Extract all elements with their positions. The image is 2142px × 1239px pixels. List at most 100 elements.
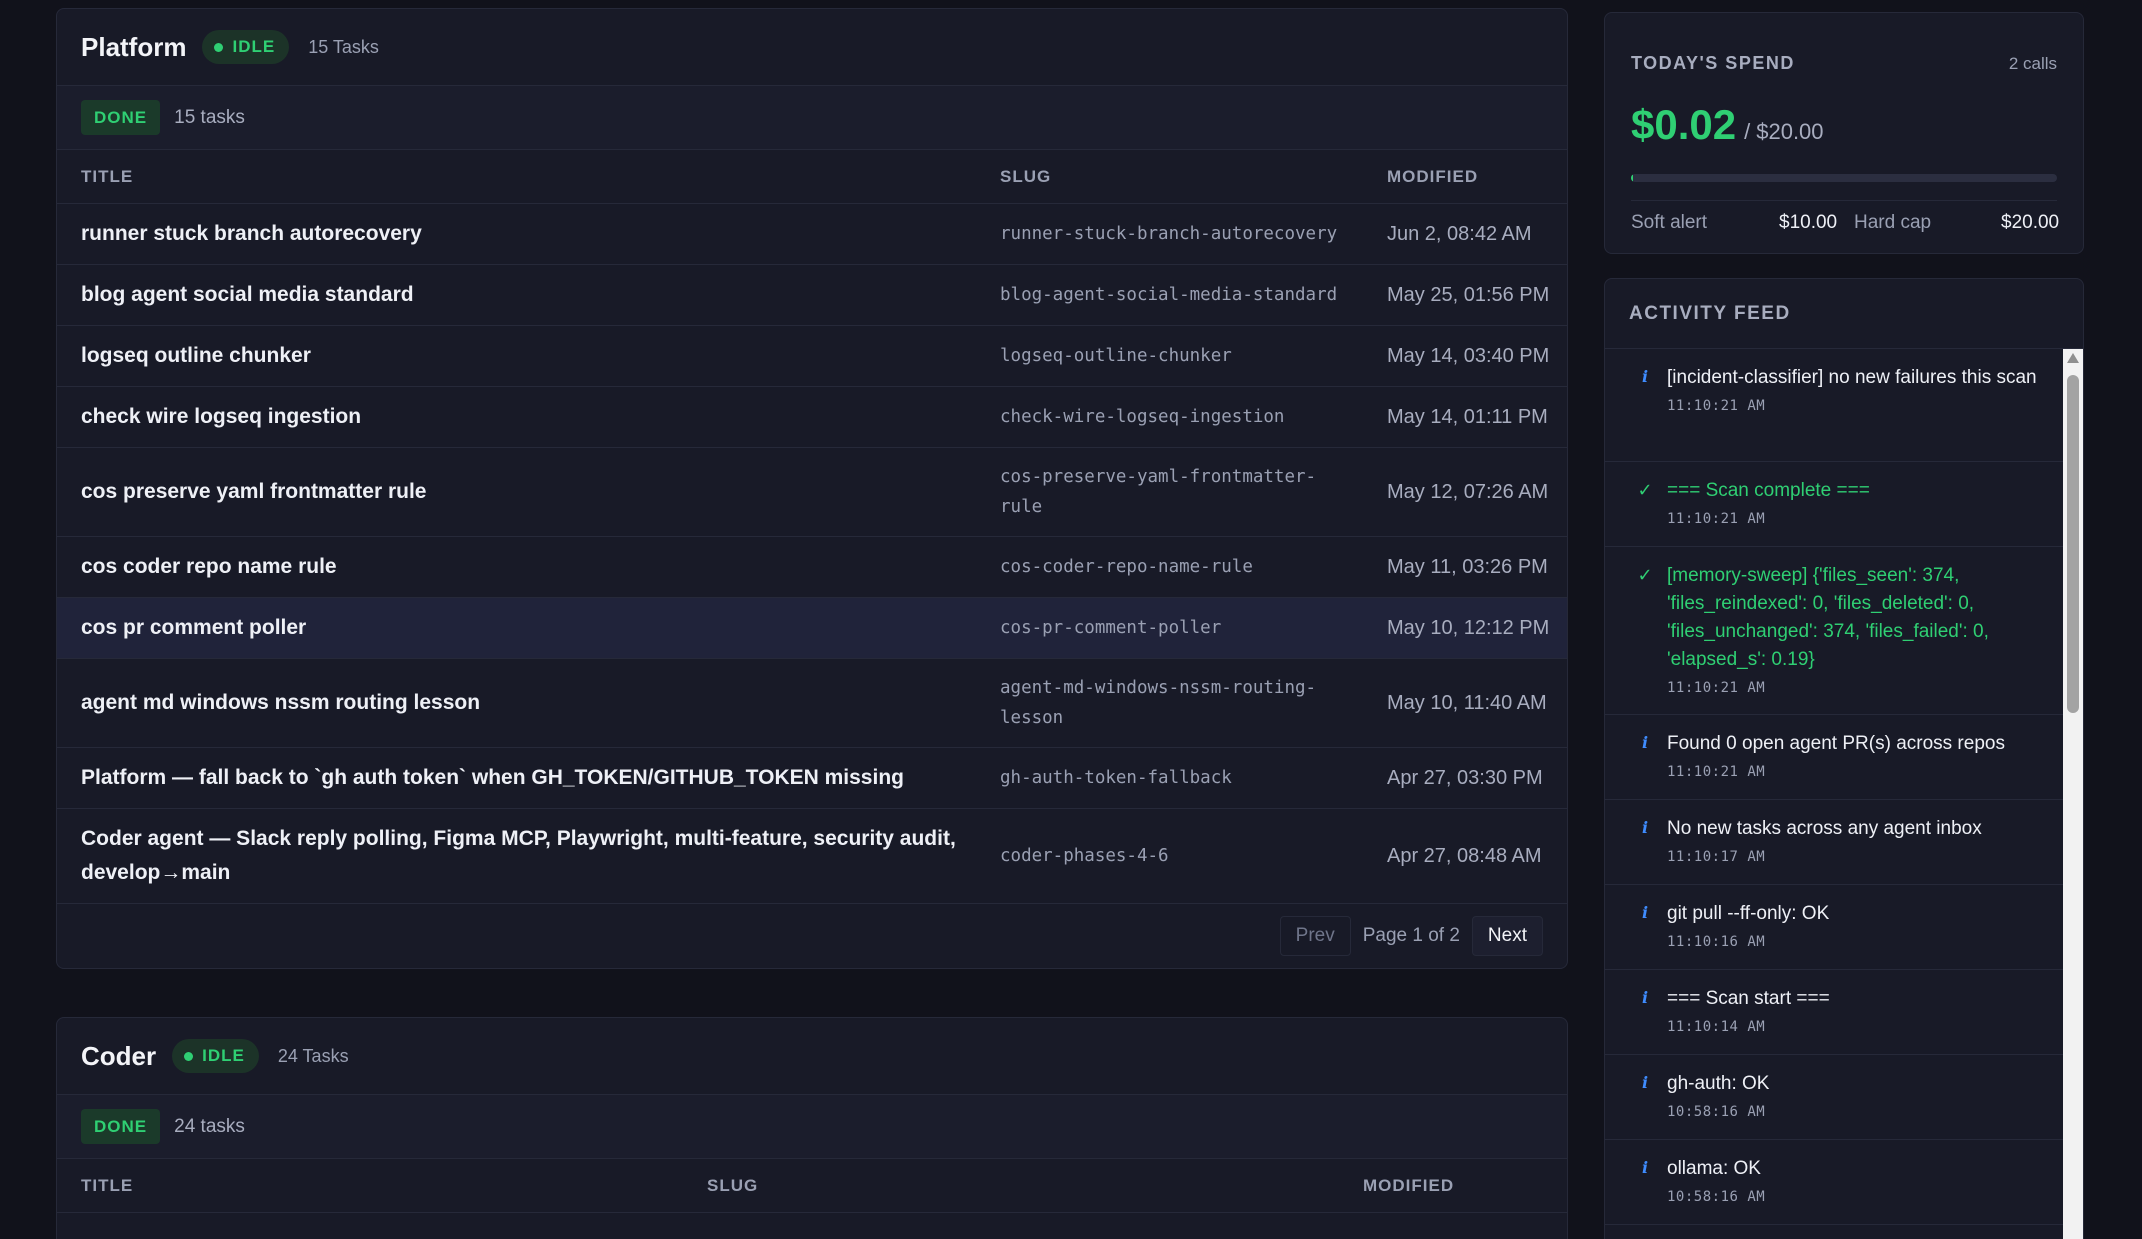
activity-feed-card: ACTIVITY FEED i [incident-classifier] no… [1604, 278, 2084, 1239]
feed-message: === Scan complete === [1667, 480, 1870, 501]
status-badge: IDLE [172, 1039, 259, 1073]
soft-alert-value: $10.00 [1779, 212, 1838, 233]
spend-separator: / [1744, 119, 1751, 144]
task-modified: May 14, 01:11 PM [1387, 405, 1548, 428]
platform-agent-card: Platform IDLE 15 Tasks DONE 15 tasks TIT… [56, 8, 1568, 969]
task-title: agent md windows nssm routing lesson [81, 691, 481, 714]
table-row[interactable]: cos coder repo name rule cos-coder-repo-… [57, 537, 1567, 598]
task-title: cos coder repo name rule [81, 555, 337, 578]
table-header: TITLE SLUG MODIFIED [57, 1159, 1567, 1213]
scroll-up-arrow-icon[interactable] [2067, 353, 2079, 363]
feed-message: gh-auth: OK [1667, 1073, 1770, 1094]
column-header-slug[interactable]: SLUG [1000, 150, 1051, 204]
feed-item: i Found 0 open agent PR(s) across repos … [1605, 715, 2063, 800]
feed-message: === Scan start === [1667, 988, 1830, 1009]
spend-progress-fill [1631, 174, 1633, 182]
task-title: cos preserve yaml frontmatter rule [81, 480, 427, 503]
info-icon: i [1641, 1158, 1649, 1177]
task-slug: cos-coder-repo-name-rule [1000, 557, 1253, 577]
feed-message: No new tasks across any agent inbox [1667, 818, 1982, 839]
info-icon: i [1641, 988, 1649, 1007]
pagination: Prev Page 1 of 2 Next [1279, 916, 1543, 956]
status-group-header[interactable]: DONE 15 tasks [57, 86, 1567, 150]
task-modified: Apr 27, 08:48 AM [1387, 844, 1542, 867]
task-slug: logseq-outline-chunker [1000, 346, 1232, 366]
feed-message: [memory-sweep] {'files_seen': 374, 'file… [1667, 565, 1989, 670]
feed-time: 11:10:17 AM [1667, 849, 1766, 865]
info-icon: i [1641, 818, 1649, 837]
page-indicator: Page 1 of 2 [1362, 925, 1460, 946]
feed-list[interactable]: i [incident-classifier] no new failures … [1605, 349, 2063, 1239]
task-modified: May 14, 03:40 PM [1387, 344, 1550, 367]
prev-page-button[interactable]: Prev [1279, 916, 1351, 956]
feed-item: i gh-auth: OK 10:58:16 AM [1605, 1055, 2063, 1140]
agent-name: Platform [81, 31, 187, 62]
task-modified: May 12, 07:26 AM [1387, 480, 1549, 503]
feed-title: ACTIVITY FEED [1605, 279, 2083, 349]
feed-time: 11:10:14 AM [1667, 1019, 1766, 1035]
task-title: cos pr comment poller [81, 616, 307, 639]
feed-item: i ollama: OK 10:58:16 AM [1605, 1140, 2063, 1225]
task-modified: Apr 27, 03:30 PM [1387, 766, 1543, 789]
agent-header: Coder IDLE 24 Tasks [57, 1018, 1567, 1095]
table-row[interactable]: logseq outline chunker logseq-outline-ch… [57, 326, 1567, 387]
table-row[interactable]: cos preserve yaml frontmatter rule cos-p… [57, 448, 1567, 537]
feed-time: 11:10:21 AM [1667, 764, 1766, 780]
table-row[interactable]: agent md windows nssm routing lesson age… [57, 659, 1567, 748]
scrollbar-thumb[interactable] [2067, 375, 2079, 713]
feed-scrollbar[interactable] [2063, 349, 2083, 1239]
task-modified: May 25, 01:56 PM [1387, 283, 1550, 306]
task-slug: gh-auth-token-fallback [1000, 768, 1232, 788]
info-icon: i [1641, 1073, 1649, 1092]
table-row[interactable]: check wire logseq ingestion check-wire-l… [57, 387, 1567, 448]
task-modified: May 11, 03:26 PM [1387, 555, 1548, 578]
spend-progress-bar [1631, 174, 2057, 182]
task-title: logseq outline chunker [81, 344, 311, 367]
feed-time: 11:10:21 AM [1667, 511, 1766, 527]
feed-message: git pull --ff-only: OK [1667, 903, 1830, 924]
group-count: 15 tasks [174, 106, 245, 128]
spend-amount: $0.02 / $20.00 [1631, 101, 1824, 149]
column-header-modified[interactable]: MODIFIED [1387, 150, 1478, 204]
check-icon: ✓ [1637, 565, 1653, 585]
column-header-title[interactable]: TITLE [81, 150, 133, 204]
next-page-button[interactable]: Next [1471, 916, 1543, 956]
coder-agent-card: Coder IDLE 24 Tasks DONE 24 tasks TITLE … [56, 1017, 1568, 1239]
feed-item: i git pull --ff-only: OK 11:10:16 AM [1605, 885, 2063, 970]
column-header-modified[interactable]: MODIFIED [1363, 1159, 1454, 1213]
feed-item: i === Scan start === 11:10:14 AM [1605, 970, 2063, 1055]
task-modified: May 10, 11:40 AM [1387, 691, 1547, 714]
status-badge: IDLE [202, 30, 290, 64]
task-title: blog agent social media standard [81, 283, 414, 306]
hard-cap-value: $20.00 [2001, 212, 2060, 233]
spend-current: $0.02 [1631, 101, 1737, 148]
task-title: Coder agent — Slack reply polling, Figma… [81, 827, 956, 884]
table-header: TITLE SLUG MODIFIED [57, 150, 1567, 204]
feed-time: 10:58:16 AM [1667, 1104, 1766, 1120]
spend-limit: $20.00 [1756, 119, 1824, 144]
feed-time: 11:10:21 AM [1667, 680, 1766, 696]
column-header-title[interactable]: TITLE [81, 1159, 133, 1213]
feed-item: i No new tasks across any agent inbox 11… [1605, 800, 2063, 885]
task-count: 24 Tasks [277, 1045, 349, 1066]
task-slug: check-wire-logseq-ingestion [1000, 407, 1285, 427]
status-group-header[interactable]: DONE 24 tasks [57, 1095, 1567, 1159]
feed-time: 11:10:16 AM [1667, 934, 1766, 950]
group-count: 24 tasks [174, 1115, 245, 1137]
task-slug: runner-stuck-branch-autorecovery [1000, 224, 1338, 244]
table-row[interactable]: blog agent social media standard blog-ag… [57, 265, 1567, 326]
task-slug: blog-agent-social-media-standard [1000, 285, 1338, 305]
done-badge: DONE [81, 1109, 161, 1144]
table-row[interactable]: cos pr comment poller cos-pr-comment-pol… [57, 598, 1567, 659]
task-slug: cos-pr-comment-poller [1000, 618, 1222, 638]
divider [1631, 200, 2057, 201]
table-row[interactable]: Coder agent — Slack reply polling, Figma… [57, 809, 1567, 904]
column-header-slug[interactable]: SLUG [707, 1159, 758, 1213]
task-count: 15 Tasks [308, 36, 379, 57]
table-row[interactable]: Platform — fall back to `gh auth token` … [57, 748, 1567, 809]
status-dot-icon [184, 1051, 194, 1061]
done-badge: DONE [81, 100, 161, 135]
status-label: IDLE [232, 37, 276, 56]
table-row[interactable]: runner stuck branch autorecovery runner-… [57, 204, 1567, 265]
spend-calls: 2 calls [2008, 54, 2057, 73]
